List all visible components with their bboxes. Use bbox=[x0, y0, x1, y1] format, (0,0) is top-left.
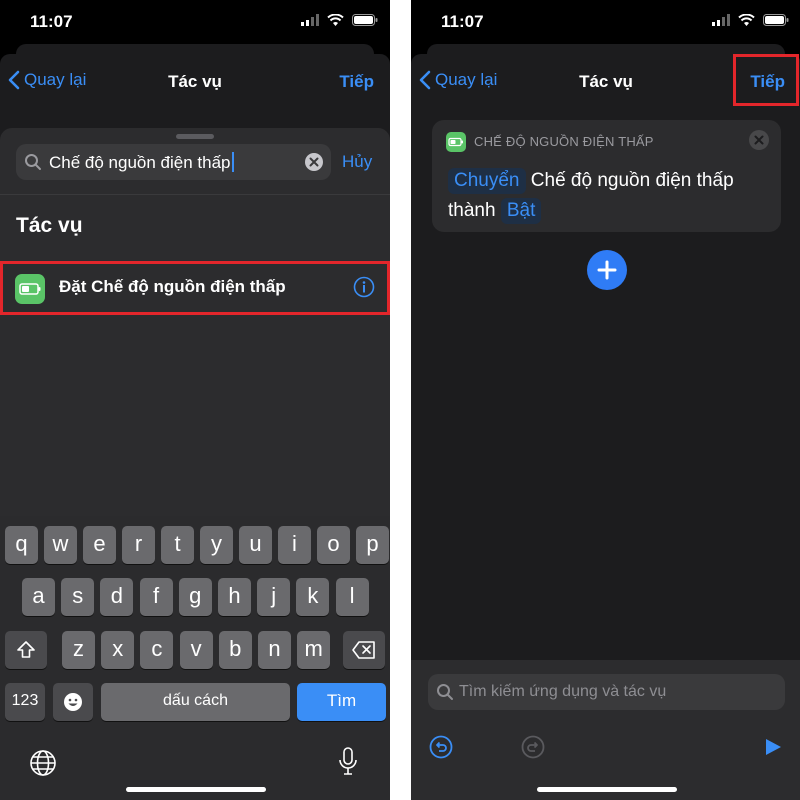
key-b[interactable]: b bbox=[218, 631, 252, 669]
shift-icon bbox=[17, 641, 35, 658]
key-c[interactable]: c bbox=[140, 631, 174, 669]
status-time: 11:07 bbox=[441, 12, 484, 31]
search-icon bbox=[25, 154, 41, 170]
next-button-highlight bbox=[733, 54, 799, 106]
search-query-text: Chế độ nguồn điện thấp bbox=[49, 153, 231, 172]
remove-action-icon[interactable] bbox=[749, 130, 769, 150]
action-result-row[interactable]: Đặt Chế độ nguồn điện thấp bbox=[0, 261, 390, 315]
info-icon[interactable] bbox=[353, 276, 375, 298]
key-y[interactable]: y bbox=[200, 526, 233, 564]
sheet-grabber[interactable] bbox=[176, 134, 214, 139]
delete-backward-icon bbox=[352, 641, 375, 659]
key-p[interactable]: p bbox=[356, 526, 389, 564]
play-icon[interactable] bbox=[763, 737, 783, 757]
key-q[interactable]: q bbox=[5, 526, 38, 564]
battery-app-icon bbox=[446, 132, 466, 152]
microphone-icon[interactable] bbox=[338, 747, 358, 777]
key-h[interactable]: h bbox=[218, 578, 251, 616]
redo-icon[interactable] bbox=[521, 735, 545, 759]
action-text-1: Chế độ nguồn điện bbox=[530, 170, 692, 191]
text-caret bbox=[231, 152, 234, 172]
key-z[interactable]: z bbox=[62, 631, 95, 669]
globe-icon[interactable] bbox=[29, 749, 57, 777]
bottom-panel: Tìm kiếm ứng dụng và tác vụ bbox=[411, 660, 800, 800]
key-u[interactable]: u bbox=[239, 526, 272, 564]
key-g[interactable]: g bbox=[178, 578, 212, 616]
value-token[interactable]: Bật bbox=[500, 198, 542, 224]
status-bar: 11:07 bbox=[411, 0, 800, 44]
search-sheet: Chế độ nguồn điện thấp Hủy Tác vụ Đặt Ch… bbox=[0, 128, 390, 800]
search-go-key[interactable]: Tìm bbox=[297, 683, 386, 721]
divider bbox=[0, 194, 390, 195]
key-x[interactable]: x bbox=[101, 631, 135, 669]
key-j[interactable]: j bbox=[257, 578, 291, 616]
action-category: CHẾ ĐỘ NGUỒN ĐIỆN THẤP bbox=[474, 134, 654, 149]
key-f[interactable]: f bbox=[139, 578, 173, 616]
key-v[interactable]: v bbox=[179, 631, 213, 669]
key-w[interactable]: w bbox=[44, 526, 77, 564]
key-a[interactable]: a bbox=[22, 578, 55, 616]
key-r[interactable]: r bbox=[122, 526, 155, 564]
search-input[interactable]: Chế độ nguồn điện thấp bbox=[16, 144, 331, 180]
action-card[interactable]: CHẾ ĐỘ NGUỒN ĐIỆN THẤP Chuyển Chế độ ngu… bbox=[432, 120, 781, 232]
right-phone-screen: 11:07 Quay lại Tác vụ Tiếp CHẾ ĐỘ NGUỒN … bbox=[411, 0, 800, 800]
next-button[interactable]: Tiếp bbox=[339, 72, 374, 92]
operation-token[interactable]: Chuyển bbox=[448, 168, 526, 194]
battery-icon bbox=[352, 14, 378, 26]
key-o[interactable]: o bbox=[317, 526, 350, 564]
cellular-signal-icon bbox=[712, 14, 730, 26]
shift-key[interactable] bbox=[5, 631, 47, 669]
home-indicator bbox=[537, 787, 677, 792]
cancel-button[interactable]: Hủy bbox=[342, 152, 372, 172]
status-time: 11:07 bbox=[30, 12, 73, 31]
delete-key[interactable] bbox=[343, 631, 385, 669]
nav-bar: Quay lại Tác vụ Tiếp bbox=[411, 54, 800, 110]
plus-icon bbox=[597, 260, 617, 280]
wifi-icon bbox=[738, 14, 755, 26]
home-indicator bbox=[126, 787, 266, 792]
key-i[interactable]: i bbox=[278, 526, 311, 564]
emoji-key[interactable] bbox=[53, 683, 93, 721]
key-l[interactable]: l bbox=[335, 578, 369, 616]
search-icon bbox=[437, 684, 453, 700]
keyboard: 123 dấu cách Tìm qwertyuiop asdfghjkl zxcv… bbox=[0, 516, 390, 800]
editor-toolbar bbox=[411, 726, 800, 766]
emoji-icon bbox=[64, 693, 82, 711]
key-s[interactable]: s bbox=[61, 578, 95, 616]
battery-app-icon bbox=[15, 274, 45, 304]
action-result-label: Đặt Chế độ nguồn điện thấp bbox=[59, 277, 286, 296]
wifi-icon bbox=[327, 14, 344, 26]
cellular-signal-icon bbox=[301, 14, 319, 26]
battery-icon bbox=[19, 283, 41, 295]
status-bar: 11:07 bbox=[0, 0, 390, 44]
key-k[interactable]: k bbox=[296, 578, 330, 616]
battery-icon bbox=[763, 14, 789, 26]
key-t[interactable]: t bbox=[161, 526, 194, 564]
numbers-key[interactable]: 123 bbox=[5, 683, 45, 721]
key-e[interactable]: e bbox=[83, 526, 116, 564]
search-placeholder: Tìm kiếm ứng dụng và tác vụ bbox=[459, 683, 667, 700]
key-n[interactable]: n bbox=[258, 631, 291, 669]
app-action-search-input[interactable]: Tìm kiếm ứng dụng và tác vụ bbox=[428, 674, 785, 710]
undo-icon[interactable] bbox=[429, 735, 453, 759]
key-m[interactable]: m bbox=[297, 631, 331, 669]
action-sentence: Chuyển Chế độ nguồn điện thấp thành Bật bbox=[448, 166, 768, 226]
key-d[interactable]: d bbox=[100, 578, 134, 616]
nav-bar: Quay lại Tác vụ Tiếp bbox=[0, 54, 390, 110]
page-title: Tác vụ bbox=[168, 72, 222, 91]
clear-icon[interactable] bbox=[305, 153, 323, 171]
space-key[interactable]: dấu cách bbox=[101, 683, 290, 721]
section-title: Tác vụ bbox=[16, 214, 83, 237]
left-phone-screen: 11:07 Quay lại Tác vụ Tiếp Chế độ nguồn … bbox=[0, 0, 390, 800]
add-action-button[interactable] bbox=[587, 250, 627, 290]
battery-icon bbox=[448, 137, 463, 147]
